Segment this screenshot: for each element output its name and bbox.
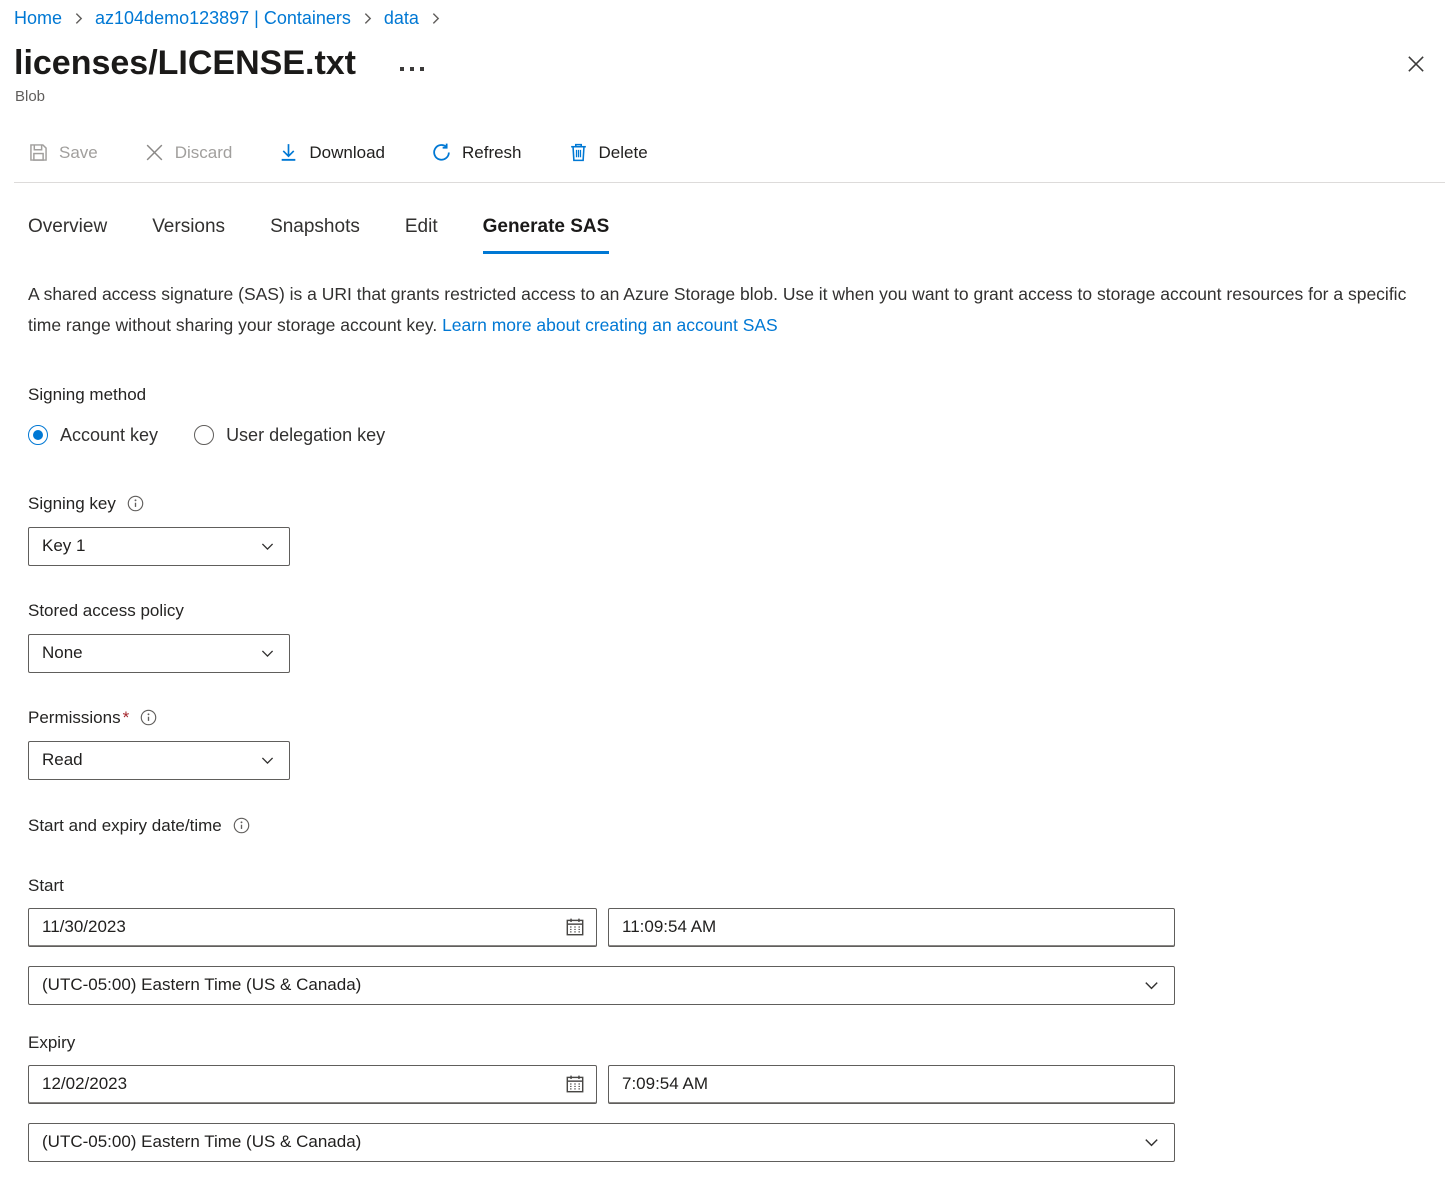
- save-button-label: Save: [59, 143, 98, 163]
- blade-header: licenses/LICENSE.txt: [0, 29, 1455, 84]
- delete-button-label: Delete: [599, 143, 648, 163]
- expiry-time-field: [608, 1065, 1175, 1104]
- expiry-timezone-dropdown[interactable]: (UTC-05:00) Eastern Time (US & Canada): [28, 1123, 1175, 1162]
- permissions-label-row: Permissions*: [28, 708, 1455, 728]
- breadcrumb-link-storage-account[interactable]: az104demo123897 | Containers: [95, 8, 351, 29]
- radio-user-delegation-key[interactable]: User delegation key: [194, 425, 385, 446]
- start-time-field: [608, 908, 1175, 947]
- start-label: Start: [28, 876, 1455, 896]
- tab-generate-sas[interactable]: Generate SAS: [483, 216, 610, 254]
- tab-edit[interactable]: Edit: [405, 216, 438, 254]
- radio-unselected-icon: [194, 425, 214, 445]
- signing-key-label-row: Signing key: [28, 494, 1455, 514]
- discard-button[interactable]: Discard: [144, 142, 233, 163]
- chevron-right-icon: [361, 12, 374, 25]
- start-time-input[interactable]: [622, 917, 1164, 937]
- stored-access-policy-label: Stored access policy: [28, 601, 1455, 621]
- save-button[interactable]: Save: [28, 142, 98, 163]
- start-date-input[interactable]: [42, 917, 564, 937]
- delete-button[interactable]: Delete: [568, 142, 648, 163]
- tab-versions[interactable]: Versions: [152, 216, 225, 254]
- expiry-label: Expiry: [28, 1033, 1455, 1053]
- radio-selected-icon: [28, 425, 48, 445]
- page-title: licenses/LICENSE.txt: [14, 43, 356, 84]
- expiry-datetime-row: [28, 1065, 1455, 1104]
- signing-key-label: Signing key: [28, 494, 116, 514]
- download-button-label: Download: [309, 143, 385, 163]
- expiry-date-field: [28, 1065, 597, 1104]
- start-datetime-row: [28, 908, 1455, 947]
- expiry-timezone-value: (UTC-05:00) Eastern Time (US & Canada): [42, 1132, 361, 1152]
- signing-method-label: Signing method: [28, 385, 1455, 405]
- refresh-button-label: Refresh: [462, 143, 522, 163]
- signing-method-radio-group: Account key User delegation key: [28, 425, 1455, 446]
- discard-icon: [144, 142, 165, 163]
- start-expiry-label-row: Start and expiry date/time: [28, 816, 1455, 836]
- permissions-dropdown[interactable]: Read: [28, 741, 290, 780]
- refresh-button[interactable]: Refresh: [431, 142, 522, 163]
- start-timezone-dropdown[interactable]: (UTC-05:00) Eastern Time (US & Canada): [28, 966, 1175, 1005]
- chevron-right-icon: [429, 12, 442, 25]
- breadcrumb: Home az104demo123897 | Containers data: [0, 0, 1455, 29]
- start-date-field: [28, 908, 597, 947]
- chevron-down-icon: [1142, 1133, 1161, 1152]
- breadcrumb-link-home[interactable]: Home: [14, 8, 62, 29]
- stored-access-policy-dropdown[interactable]: None: [28, 634, 290, 673]
- generate-sas-form: Signing method Account key User delegati…: [0, 385, 1455, 1162]
- permissions-label: Permissions*: [28, 708, 129, 728]
- start-expiry-label: Start and expiry date/time: [28, 816, 222, 836]
- signing-key-value: Key 1: [42, 536, 85, 556]
- chevron-down-icon: [259, 752, 276, 769]
- chevron-right-icon: [72, 12, 85, 25]
- required-asterisk: *: [123, 708, 130, 727]
- toolbar-divider: [14, 182, 1445, 183]
- chevron-down-icon: [1142, 976, 1161, 995]
- generate-sas-blade: Home az104demo123897 | Containers data l…: [0, 0, 1455, 1178]
- refresh-icon: [431, 142, 452, 163]
- learn-more-link[interactable]: Learn more about creating an account SAS: [442, 315, 778, 335]
- delete-icon: [568, 142, 589, 163]
- blade-subtitle: Blob: [0, 84, 1455, 105]
- stored-access-policy-value: None: [42, 643, 83, 663]
- start-timezone-value: (UTC-05:00) Eastern Time (US & Canada): [42, 975, 361, 995]
- expiry-date-input[interactable]: [42, 1074, 564, 1094]
- chevron-down-icon: [259, 645, 276, 662]
- breadcrumb-link-container[interactable]: data: [384, 8, 419, 29]
- info-icon[interactable]: [232, 816, 251, 835]
- permissions-value: Read: [42, 750, 83, 770]
- tab-overview[interactable]: Overview: [28, 216, 107, 254]
- signing-key-dropdown[interactable]: Key 1: [28, 527, 290, 566]
- radio-account-key[interactable]: Account key: [28, 425, 158, 446]
- chevron-down-icon: [259, 538, 276, 555]
- command-bar: Save Discard Download Refresh Delete: [0, 132, 1455, 174]
- radio-user-delegation-key-label: User delegation key: [226, 425, 385, 446]
- discard-button-label: Discard: [175, 143, 233, 163]
- info-icon[interactable]: [126, 494, 145, 513]
- calendar-icon[interactable]: [564, 916, 586, 938]
- calendar-icon[interactable]: [564, 1073, 586, 1095]
- expiry-time-input[interactable]: [622, 1074, 1164, 1094]
- info-icon[interactable]: [139, 708, 158, 727]
- tab-bar: Overview Versions Snapshots Edit Generat…: [0, 216, 1455, 254]
- tab-snapshots[interactable]: Snapshots: [270, 216, 360, 254]
- radio-account-key-label: Account key: [60, 425, 158, 446]
- download-icon: [278, 142, 299, 163]
- close-icon[interactable]: [1401, 49, 1431, 79]
- more-options-button[interactable]: [396, 63, 428, 75]
- download-button[interactable]: Download: [278, 142, 385, 163]
- sas-description: A shared access signature (SAS) is a URI…: [28, 279, 1418, 341]
- save-icon: [28, 142, 49, 163]
